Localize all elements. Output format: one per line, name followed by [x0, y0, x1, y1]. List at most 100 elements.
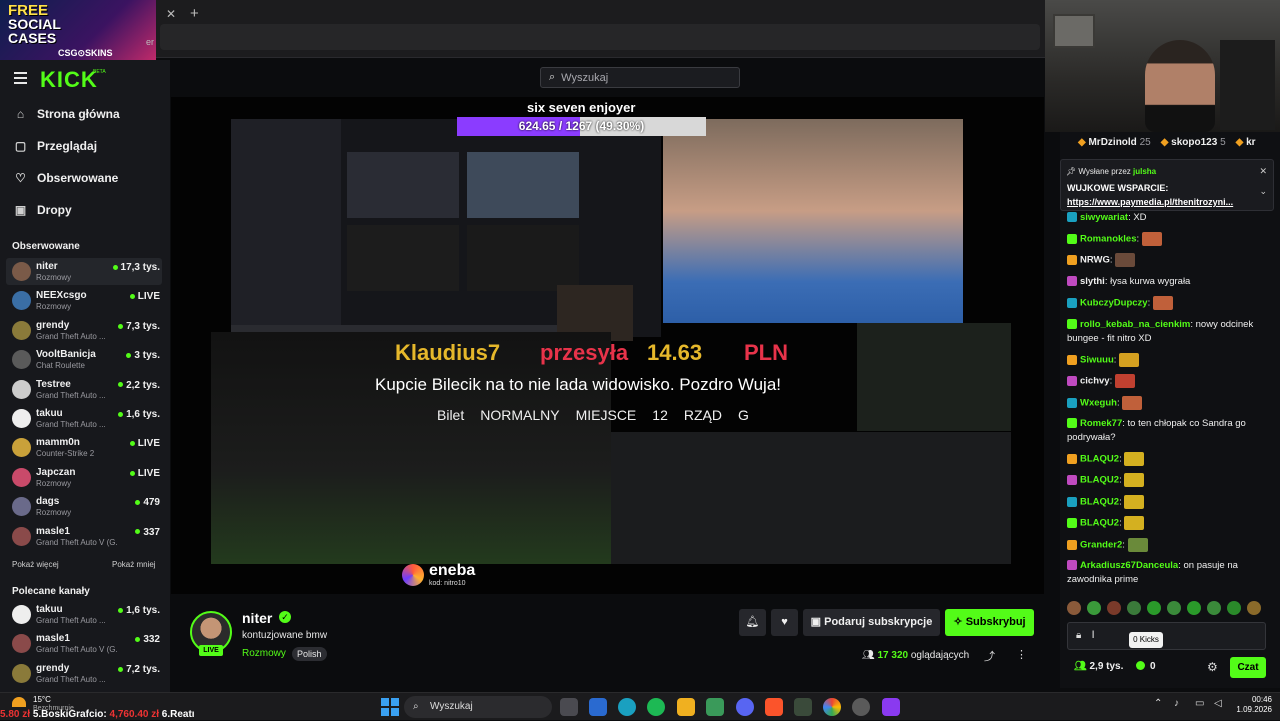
follow-button[interactable]: ♥	[771, 609, 798, 636]
windows-start-icon[interactable]	[381, 698, 399, 716]
sidebar-channel[interactable]: dags Rozmowy 479	[6, 493, 162, 520]
emote-icon[interactable]	[1247, 601, 1261, 615]
heart-icon: ♥	[781, 616, 788, 628]
chat-username[interactable]: siwywariat	[1080, 212, 1128, 223]
language-tag[interactable]: Polish	[292, 647, 327, 661]
chat-username[interactable]: cichvy	[1080, 376, 1110, 387]
chat-username[interactable]: Arkadiusz67Danceula	[1080, 560, 1178, 571]
menu-icon[interactable]	[14, 72, 27, 87]
pinned-link[interactable]: https://www.paymedia.pl/thenitrozyni...	[1067, 197, 1233, 207]
show-less-link[interactable]: Pokaż mniej	[112, 560, 156, 569]
show-more-link[interactable]: Pokaż więcej	[12, 560, 59, 569]
share-icon[interactable]: ⤴	[984, 648, 995, 664]
kick-logo[interactable]: KICK	[40, 68, 98, 92]
sidebar-channel[interactable]: takuu Grand Theft Auto ... 1,6 tys.	[6, 405, 162, 432]
chat-username[interactable]: slythi	[1080, 276, 1105, 287]
chat-username[interactable]: Wxeguh	[1080, 398, 1117, 409]
avatar	[12, 350, 31, 370]
chat-username[interactable]: Romek77	[1080, 418, 1122, 429]
chat-username[interactable]: BLAQU2	[1080, 497, 1119, 508]
address-bar[interactable]	[160, 24, 1040, 50]
sidebar-channel[interactable]: Testree Grand Theft Auto ... 2,2 tys.	[6, 376, 162, 403]
emote-icon[interactable]	[1147, 601, 1161, 615]
vpn-icon[interactable]	[706, 698, 724, 716]
subscribe-button[interactable]: ✧ Subskrybuj	[945, 609, 1034, 636]
pinned-message[interactable]: 📌︎ Wysłane przez julsha ✕ ⌄ WUJKOWE WSPA…	[1060, 159, 1274, 211]
chat-username[interactable]: KubczyDupczy	[1080, 298, 1148, 309]
chat-username[interactable]: rollo_kebab_na_cienkim	[1080, 319, 1190, 330]
brave-icon[interactable]	[765, 698, 783, 716]
folder-icon[interactable]	[677, 698, 695, 716]
notifications-button[interactable]: 🔔︎	[739, 609, 766, 636]
video-player[interactable]: six seven enjoyer 624.65 / 1267 (49.30%)…	[171, 97, 1044, 594]
leaderboard-entry[interactable]: ◆ MrDzinold 25	[1078, 137, 1151, 148]
leaderboard-entry[interactable]: ◆ skopo123 5	[1161, 137, 1226, 148]
search-input[interactable]: ⌕ Wyszukaj	[540, 67, 740, 88]
chat-input[interactable]: 🔒︎ l	[1067, 622, 1266, 650]
discord-panel	[231, 119, 341, 337]
volume-icon[interactable]: ◁	[1214, 698, 1222, 709]
chat-send-button[interactable]: Czat	[1230, 657, 1266, 678]
sidebar-channel[interactable]: masle1 Grand Theft Auto V (G... 332	[6, 630, 162, 657]
gift-icon: ◆	[1235, 136, 1247, 148]
close-tab-icon[interactable]: ✕	[166, 7, 176, 21]
chat-username[interactable]: NRWG	[1080, 255, 1110, 266]
taskbar-search[interactable]: ⌕ Wyszukaj	[404, 696, 552, 718]
system-clock[interactable]: 00:46 1.09.2026	[1232, 695, 1272, 715]
chrome-icon[interactable]	[823, 698, 841, 716]
new-tab-icon[interactable]: +	[190, 5, 199, 22]
microphone-icon[interactable]: ♪	[1174, 698, 1179, 709]
tray-chevron-icon[interactable]: ⌃	[1154, 698, 1162, 709]
sidebar-channel[interactable]: grendy Grand Theft Auto ... 7,3 tys.	[6, 317, 162, 344]
chat-username[interactable]: BLAQU2	[1080, 475, 1119, 486]
app-icon[interactable]	[794, 698, 812, 716]
leaderboard-entry[interactable]: ◆ kr	[1236, 137, 1256, 148]
spotify-icon[interactable]	[647, 698, 665, 716]
nav-following[interactable]: ♡ Obserwowane	[14, 166, 118, 190]
obs-icon[interactable]	[852, 698, 870, 716]
emote-icon[interactable]	[1107, 601, 1121, 615]
streamer-name[interactable]: niter	[242, 609, 272, 627]
sidebar-channel[interactable]: NEEXcsgo Rozmowy LIVE	[6, 287, 162, 314]
chat-username[interactable]: BLAQU2	[1080, 518, 1119, 529]
emote-icon[interactable]	[1087, 601, 1101, 615]
stream-category[interactable]: Rozmowy	[242, 648, 286, 659]
task-view-icon[interactable]	[560, 698, 578, 716]
emote-icon[interactable]	[1187, 601, 1201, 615]
chat-username[interactable]: Romanokles	[1080, 234, 1137, 245]
emote-icon[interactable]	[1167, 601, 1181, 615]
chat-message: Arkadiusz67Danceula: on pasuje na zawodn…	[1067, 560, 1238, 585]
sidebar-channel[interactable]: masle1 Grand Theft Auto V (G... 337	[6, 523, 162, 550]
channel-category: Rozmowy	[36, 273, 72, 282]
nav-drops[interactable]: ▣ Dropy	[14, 198, 72, 222]
store-icon[interactable]	[589, 698, 607, 716]
emote-icon[interactable]	[1127, 601, 1141, 615]
sidebar-channel[interactable]: grendy Grand Theft Auto ... 7,2 tys.	[6, 660, 162, 687]
gear-icon[interactable]: ⚙	[1207, 660, 1218, 674]
sidebar-channel[interactable]: niter Rozmowy 17,3 tys.	[6, 258, 162, 285]
chat-username[interactable]: BLAQU2	[1080, 454, 1119, 465]
chat-message: Romek77: to ten chłopak co Sandra go pod…	[1067, 418, 1246, 443]
network-icon[interactable]: ▭	[1195, 698, 1204, 709]
kicks-counter[interactable]: 0	[1136, 661, 1156, 672]
nav-label: Dropy	[37, 203, 72, 217]
chat-username[interactable]: Grander2	[1080, 540, 1122, 551]
nav-browse[interactable]: ▢ Przeglądaj	[14, 134, 97, 158]
chat-username[interactable]: Siwuuu	[1080, 355, 1114, 366]
discord-icon[interactable]	[736, 698, 754, 716]
sidebar-channel[interactable]: Japczan Rozmowy LIVE	[6, 464, 162, 491]
sidebar-channel[interactable]: mamm0n Counter-Strike 2 LIVE	[6, 434, 162, 461]
edge-icon[interactable]	[618, 698, 636, 716]
sidebar-channel[interactable]: VooltBanicja Chat Roulette 3 tys.	[6, 346, 162, 373]
channel-viewers: 17,3 tys.	[113, 262, 160, 273]
app-icon[interactable]	[882, 698, 900, 716]
more-options-icon[interactable]: ⋮	[1016, 648, 1027, 661]
nav-home[interactable]: ⌂ Strona główna	[14, 102, 120, 126]
unpin-icon[interactable]: ✕	[1259, 166, 1267, 177]
emote-icon[interactable]	[1067, 601, 1081, 615]
sidebar-channel[interactable]: takuu Grand Theft Auto ... 1,6 tys.	[6, 601, 162, 628]
emote-icon[interactable]	[1227, 601, 1241, 615]
chevron-down-icon[interactable]: ⌄	[1259, 186, 1267, 197]
gift-subs-button[interactable]: ▣ Podaruj subskrypcje	[803, 609, 940, 636]
emote-icon[interactable]	[1207, 601, 1221, 615]
